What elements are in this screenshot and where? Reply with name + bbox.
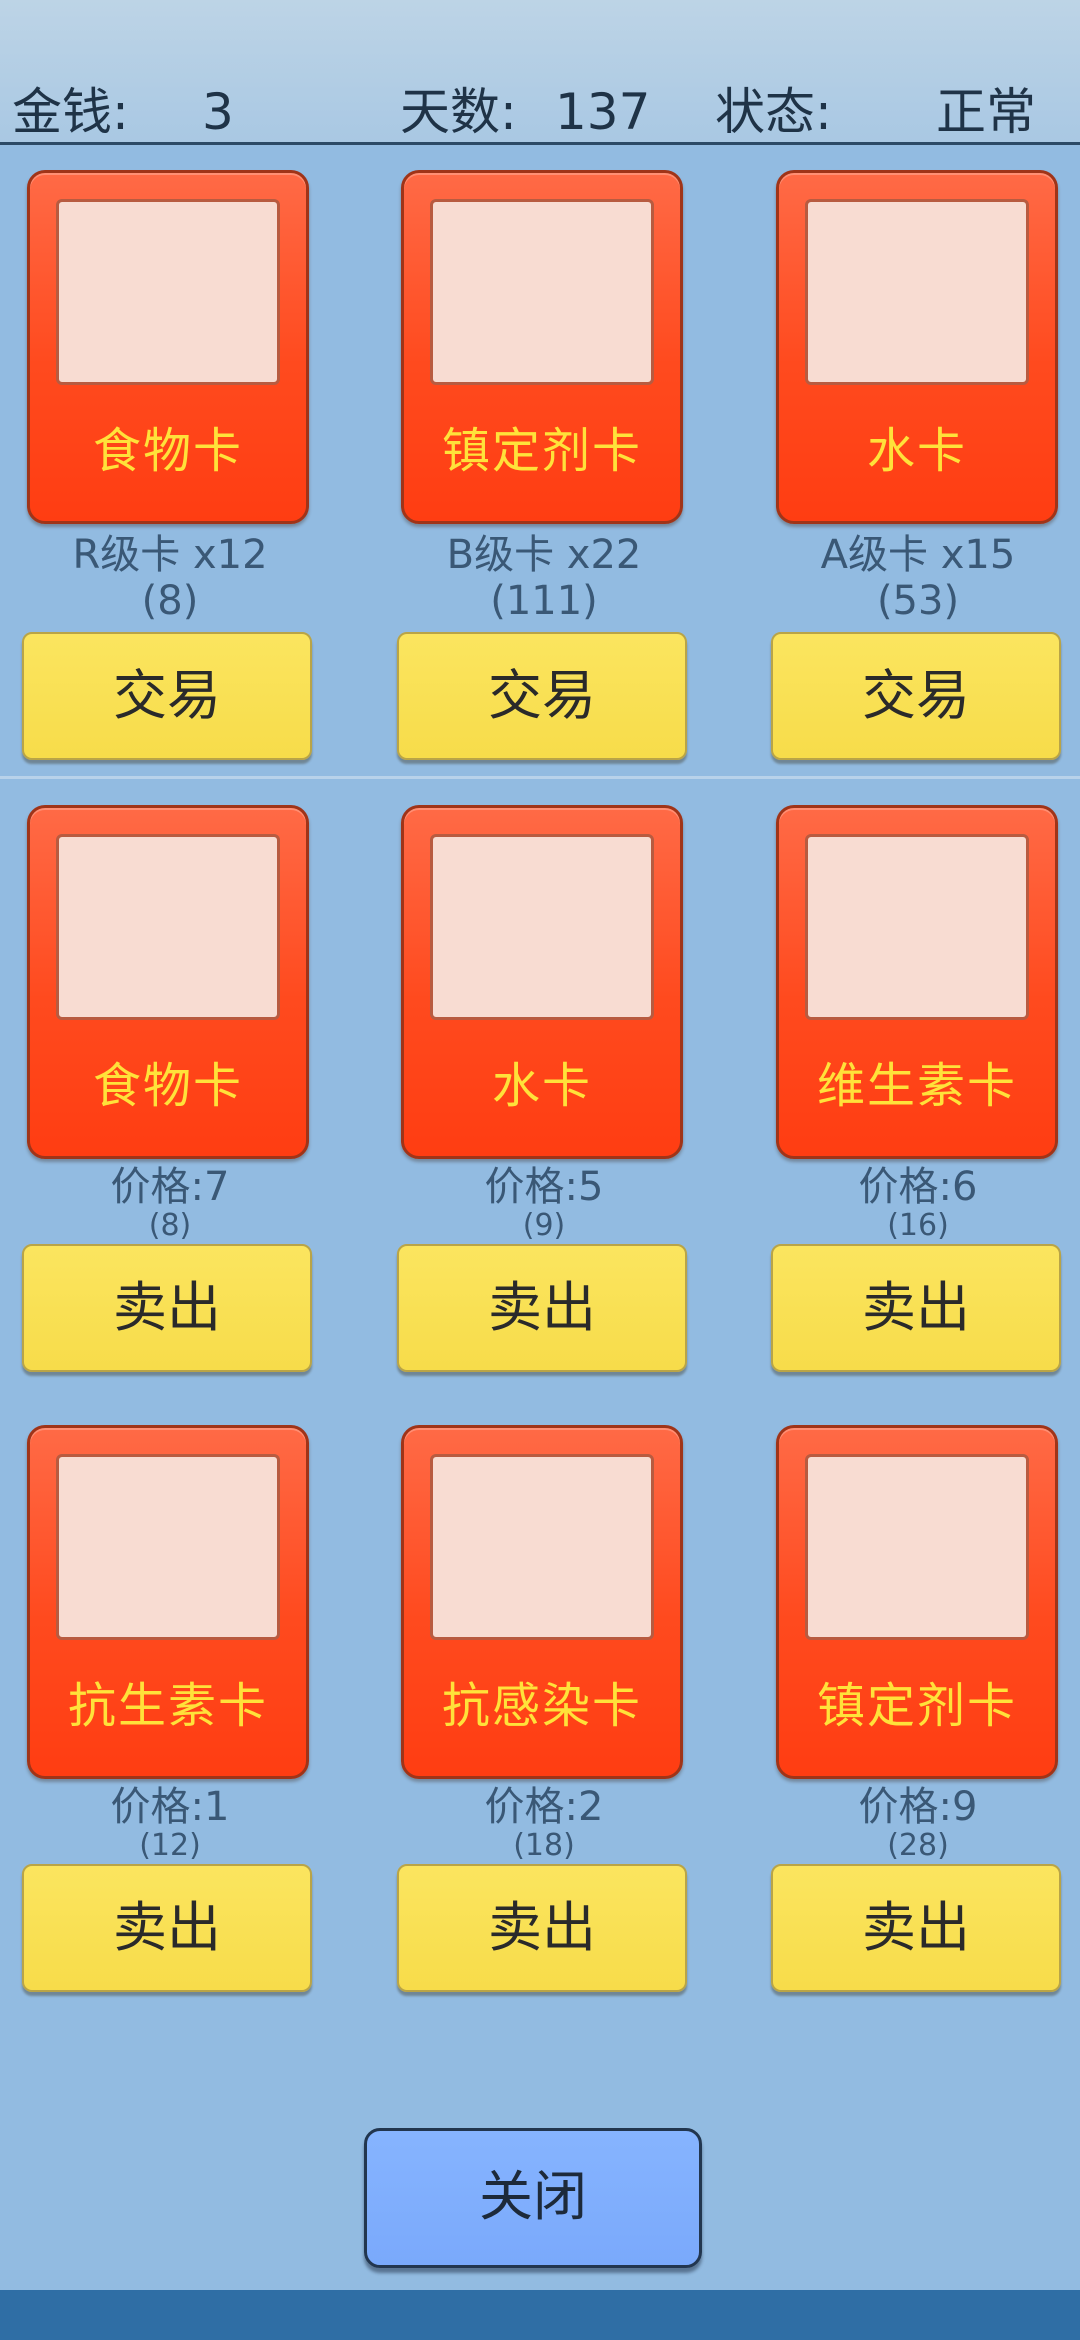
card-grade: B级卡 x22 bbox=[446, 532, 642, 578]
card-name: 食物卡 bbox=[92, 423, 243, 479]
card-name: 镇定剂卡 bbox=[816, 1678, 1017, 1734]
card-count: (8) bbox=[141, 578, 199, 624]
sell-card-sedative[interactable]: 镇定剂卡 bbox=[776, 1425, 1058, 1779]
card-info: 价格:1 (12) bbox=[20, 1784, 320, 1862]
day-value: 137 bbox=[555, 83, 651, 141]
trade-card-food[interactable]: 食物卡 bbox=[27, 170, 309, 524]
card-image bbox=[805, 1454, 1029, 1640]
card-name: 抗生素卡 bbox=[67, 1678, 268, 1734]
trade-card-sedative[interactable]: 镇定剂卡 bbox=[401, 170, 683, 524]
card-count: (16) bbox=[887, 1208, 949, 1243]
card-price: 价格:2 bbox=[484, 1784, 604, 1830]
bottom-bar bbox=[0, 2290, 1080, 2340]
card-price: 价格:9 bbox=[858, 1784, 978, 1830]
card-count: (18) bbox=[513, 1828, 575, 1863]
card-image bbox=[805, 834, 1029, 1020]
sell-button[interactable]: 卖出 bbox=[22, 1864, 312, 1992]
sell-button[interactable]: 卖出 bbox=[397, 1864, 687, 1992]
status-value: 正常 bbox=[936, 83, 1036, 141]
card-grade: A级卡 x15 bbox=[820, 532, 1016, 578]
money-value: 3 bbox=[202, 83, 234, 141]
sell-card-antibiotic[interactable]: 抗生素卡 bbox=[27, 1425, 309, 1779]
card-name: 镇定剂卡 bbox=[441, 423, 642, 479]
sell-button[interactable]: 卖出 bbox=[397, 1244, 687, 1372]
card-info: 价格:2 (18) bbox=[394, 1784, 694, 1862]
card-count: (8) bbox=[148, 1208, 192, 1243]
card-name: 水卡 bbox=[866, 423, 967, 479]
card-image bbox=[805, 199, 1029, 385]
card-count: (53) bbox=[876, 578, 960, 624]
sell-card-water[interactable]: 水卡 bbox=[401, 805, 683, 1159]
trade-button[interactable]: 交易 bbox=[22, 632, 312, 760]
card-name: 食物卡 bbox=[92, 1058, 243, 1114]
card-count: (111) bbox=[490, 578, 598, 624]
close-button[interactable]: 关闭 bbox=[364, 2128, 702, 2268]
card-image bbox=[430, 1454, 654, 1640]
card-grade: R级卡 x12 bbox=[72, 532, 268, 578]
money-label: 金钱: bbox=[12, 83, 129, 141]
card-name: 抗感染卡 bbox=[441, 1678, 642, 1734]
sell-button[interactable]: 卖出 bbox=[771, 1864, 1061, 1992]
card-count: (12) bbox=[139, 1828, 201, 1863]
card-info: 价格:6 (16) bbox=[768, 1164, 1068, 1242]
card-price: 价格:5 bbox=[484, 1164, 604, 1210]
sell-button[interactable]: 卖出 bbox=[22, 1244, 312, 1372]
card-info: B级卡 x22 (111) bbox=[394, 532, 694, 624]
card-count: (28) bbox=[887, 1828, 949, 1863]
card-name: 水卡 bbox=[491, 1058, 592, 1114]
sell-button[interactable]: 卖出 bbox=[771, 1244, 1061, 1372]
card-image bbox=[56, 199, 280, 385]
trade-card-water[interactable]: 水卡 bbox=[776, 170, 1058, 524]
card-name: 维生素卡 bbox=[816, 1058, 1017, 1114]
sell-card-vitamin[interactable]: 维生素卡 bbox=[776, 805, 1058, 1159]
trade-button[interactable]: 交易 bbox=[771, 632, 1061, 760]
card-image bbox=[430, 199, 654, 385]
card-price: 价格:1 bbox=[110, 1784, 230, 1830]
card-info: 价格:7 (8) bbox=[20, 1164, 320, 1242]
section-divider bbox=[0, 776, 1080, 779]
status-label: 状态: bbox=[715, 83, 832, 141]
card-info: A级卡 x15 (53) bbox=[768, 532, 1068, 624]
sell-card-anti-infection[interactable]: 抗感染卡 bbox=[401, 1425, 683, 1779]
card-count: (9) bbox=[522, 1208, 566, 1243]
card-price: 价格:6 bbox=[858, 1164, 978, 1210]
card-info: 价格:9 (28) bbox=[768, 1784, 1068, 1862]
card-info: R级卡 x12 (8) bbox=[20, 532, 320, 624]
day-label: 天数: bbox=[400, 83, 517, 141]
card-price: 价格:7 bbox=[110, 1164, 230, 1210]
status-bar: 金钱: 3 天数: 137 状态: 正常 bbox=[0, 0, 1080, 145]
card-image bbox=[430, 834, 654, 1020]
sell-card-food[interactable]: 食物卡 bbox=[27, 805, 309, 1159]
card-info: 价格:5 (9) bbox=[394, 1164, 694, 1242]
card-image bbox=[56, 834, 280, 1020]
trade-button[interactable]: 交易 bbox=[397, 632, 687, 760]
card-image bbox=[56, 1454, 280, 1640]
